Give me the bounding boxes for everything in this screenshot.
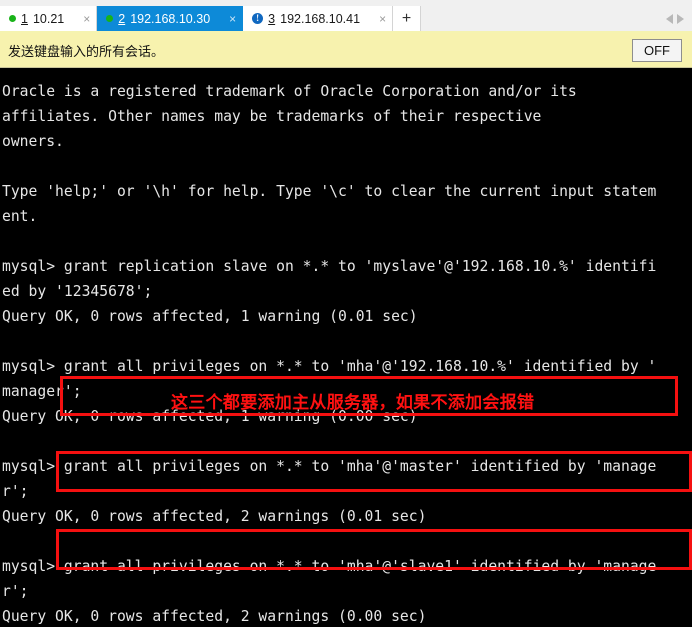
scroll-right-icon[interactable] (677, 13, 684, 24)
new-tab-button[interactable]: + (393, 6, 422, 31)
terminal-line: mysql> grant all privileges on *.* to 'm… (2, 558, 657, 575)
terminal-line: Query OK, 0 rows affected, 1 warning (0.… (2, 308, 418, 325)
terminal-line: Type 'help;' or '\h' for help. Type '\c'… (2, 183, 657, 200)
tab-1[interactable]: 1 10.21 × (0, 6, 98, 31)
tab-close-icon[interactable]: × (229, 13, 236, 25)
tab-label: 10.21 (32, 11, 65, 26)
scroll-left-icon[interactable] (666, 13, 673, 24)
tab-2[interactable]: 2 192.168.10.30 × (97, 6, 244, 31)
terminal-line: affiliates. Other names may be trademark… (2, 108, 542, 125)
tab-label: 192.168.10.30 (130, 11, 211, 26)
terminal-line: owners. (2, 133, 64, 150)
tab-status-green-dot-icon (106, 15, 114, 22)
terminal-line: mysql> grant replication slave on *.* to… (2, 258, 657, 275)
terminal-line: ent. (2, 208, 38, 225)
tab-bar-filler (421, 6, 666, 31)
terminal-line: Oracle is a registered trademark of Orac… (2, 83, 577, 100)
terminal-line: mysql> grant all privileges on *.* to 'm… (2, 358, 657, 375)
terminal-line: Query OK, 0 rows affected, 2 warnings (0… (2, 508, 427, 525)
terminal-output[interactable]: Oracle is a registered trademark of Orac… (0, 68, 692, 627)
tab-status-green-dot-icon (9, 15, 16, 22)
tab-close-icon[interactable]: × (379, 13, 386, 25)
tab-index: 3 (268, 11, 276, 26)
terminal-line: ed by '12345678'; (2, 283, 153, 300)
tab-scroll-controls (666, 6, 692, 31)
tab-alert-icon: ! (252, 13, 264, 24)
broadcast-toggle-button[interactable]: OFF (632, 38, 682, 62)
terminal-line-list: Oracle is a registered trademark of Orac… (2, 79, 692, 627)
broadcast-label: 发送键盘输入的所有会话。 (8, 44, 165, 60)
tab-index: 2 (118, 11, 126, 26)
tab-label: 192.168.10.41 (280, 11, 361, 26)
terminal-line: mysql> grant all privileges on *.* to 'm… (2, 458, 657, 475)
terminal-line: r'; (2, 483, 29, 500)
tab-3[interactable]: ! 3 192.168.10.41 × (243, 6, 394, 31)
tab-bar: 1 10.21 × 2 192.168.10.30 × ! 3 192.168.… (0, 0, 692, 33)
annotation-note: 这三个都要添加主从服务器，如果不添加会报错 (171, 393, 535, 413)
terminal-line: r'; (2, 583, 29, 600)
tab-close-icon[interactable]: × (83, 13, 90, 25)
terminal-line: Query OK, 0 rows affected, 2 warnings (0… (2, 608, 427, 625)
broadcast-input-bar: 发送键盘输入的所有会话。 OFF (0, 33, 692, 68)
tab-index: 1 (21, 11, 28, 26)
